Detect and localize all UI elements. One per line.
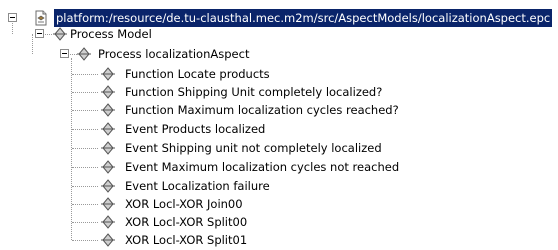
tree-item-label: XOR Locl-XOR Split00 [125,215,248,229]
tree-item-xor[interactable]: XOR Locl-XOR Join00 [0,195,558,213]
tree-connector [72,129,98,130]
collapse-toggle-icon[interactable] [60,49,69,58]
document-file-icon [35,10,47,26]
tree-connector [72,204,98,205]
tree-connector [72,148,98,149]
tree-item-event[interactable]: Event Products localized [0,120,558,138]
diamond-node-icon [101,122,115,136]
tree-row-process-model[interactable]: Process Model [0,25,558,43]
tree-connector [72,222,98,223]
diamond-node-icon [77,47,91,61]
diamond-node-icon [101,197,115,211]
diamond-node-icon [101,103,115,117]
tree-item-label: XOR Locl-XOR Split01 [125,233,248,247]
tree-connector [72,186,98,187]
tree-item-label: XOR Locl-XOR Join00 [125,197,243,211]
diamond-node-icon [53,27,67,41]
tree-item-label: Event Shipping unit not completely local… [125,141,382,155]
tree-item-function[interactable]: Function Maximum localization cycles rea… [0,101,558,119]
tree-row-process[interactable]: Process localizationAspect [0,45,558,63]
tree-item-label: Function Shipping Unit completely locali… [125,85,383,99]
tree-connector [72,110,98,111]
tree-connector [72,167,98,168]
process-model-label: Process Model [70,27,152,41]
tree-connector [72,92,98,93]
tree-connector [72,74,98,75]
diamond-node-icon [101,215,115,229]
tree-item-function[interactable]: Function Shipping Unit completely locali… [0,83,558,101]
tree-item-label: Function Locate products [125,67,270,81]
collapse-toggle-icon[interactable] [35,29,44,38]
tree-connector [72,240,98,241]
diamond-node-icon [101,160,115,174]
diamond-node-icon [101,85,115,99]
process-label: Process localizationAspect [98,47,250,61]
tree-item-event[interactable]: Event Localization failure [0,177,558,195]
tree-item-xor[interactable]: XOR Locl-XOR Split00 [0,213,558,231]
tree-item-label: Event Localization failure [125,179,270,193]
tree-item-event[interactable]: Event Shipping unit not completely local… [0,139,558,157]
diamond-node-icon [101,67,115,81]
tree-view[interactable]: platform:/resource/de.tu-clausthal.mec.m… [0,0,558,250]
tree-item-label: Event Products localized [125,122,266,136]
diamond-node-icon [101,141,115,155]
tree-item-function[interactable]: Function Locate products [0,65,558,83]
diamond-node-icon [101,233,115,247]
collapse-toggle-icon[interactable] [8,13,17,22]
tree-item-label: Event Maximum localization cycles not re… [125,160,400,174]
tree-item-label: Function Maximum localization cycles rea… [125,103,399,117]
tree-connector [45,34,52,35]
tree-item-event[interactable]: Event Maximum localization cycles not re… [0,158,558,176]
diamond-node-icon [101,179,115,193]
tree-item-xor[interactable]: XOR Locl-XOR Split01 [0,231,558,249]
